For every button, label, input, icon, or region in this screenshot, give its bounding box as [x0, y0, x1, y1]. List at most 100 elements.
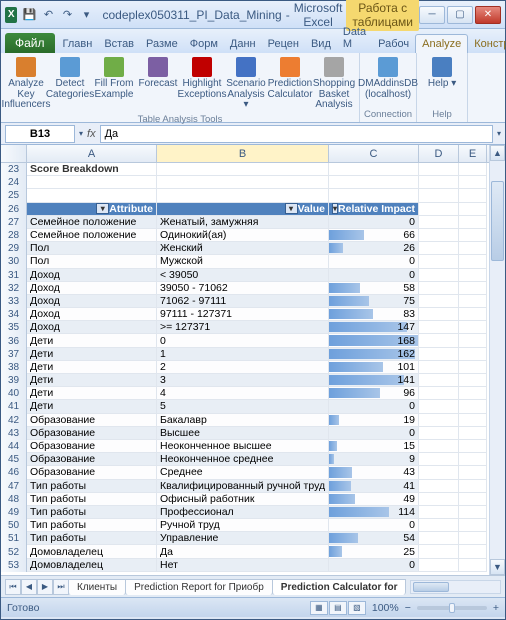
cell[interactable]: ▾Relative Impact: [329, 203, 419, 216]
cell[interactable]: 71062 - 97111: [157, 295, 329, 308]
cell[interactable]: Доход: [27, 308, 157, 321]
cell[interactable]: Ручной труд: [157, 519, 329, 532]
cell[interactable]: [459, 203, 487, 216]
scroll-up-icon[interactable]: ▲: [490, 145, 505, 161]
cell[interactable]: Пол: [27, 255, 157, 268]
sheet-nav-button[interactable]: ⏭: [53, 579, 69, 595]
ribbon-tab-разме[interactable]: Разме: [140, 35, 184, 53]
cell[interactable]: 96: [329, 387, 419, 400]
cell[interactable]: [419, 308, 459, 321]
row-header[interactable]: 49: [1, 506, 27, 519]
row-header[interactable]: 50: [1, 519, 27, 532]
cell[interactable]: Дети: [27, 400, 157, 413]
cell[interactable]: [419, 493, 459, 506]
name-box[interactable]: B13: [5, 125, 75, 143]
cell[interactable]: 54: [329, 532, 419, 545]
shopping-basket-button[interactable]: Shopping Basket Analysis: [313, 55, 355, 113]
cell[interactable]: Неоконченное среднее: [157, 453, 329, 466]
view-layout-icon[interactable]: ▤: [329, 601, 347, 615]
cell[interactable]: 168: [329, 334, 419, 347]
row-header[interactable]: 31: [1, 269, 27, 282]
cell[interactable]: 0: [329, 559, 419, 572]
cell[interactable]: [419, 255, 459, 268]
row-header[interactable]: 48: [1, 493, 27, 506]
cell[interactable]: 162: [329, 348, 419, 361]
cell[interactable]: [419, 414, 459, 427]
cell[interactable]: [459, 480, 487, 493]
row-header[interactable]: 53: [1, 559, 27, 572]
cell[interactable]: Профессионал: [157, 506, 329, 519]
cell[interactable]: [459, 229, 487, 242]
cell[interactable]: Бакалавр: [157, 414, 329, 427]
cell[interactable]: [459, 545, 487, 558]
cell[interactable]: Женский: [157, 242, 329, 255]
cell[interactable]: 66: [329, 229, 419, 242]
cell[interactable]: [459, 440, 487, 453]
cell[interactable]: [329, 176, 419, 189]
ribbon-tab-конструктор[interactable]: Конструктор: [468, 35, 506, 53]
ribbon-tab-рабоч[interactable]: Рабоч: [372, 35, 415, 53]
cell[interactable]: [419, 466, 459, 479]
cell[interactable]: Пол: [27, 242, 157, 255]
row-header[interactable]: 30: [1, 255, 27, 268]
cell[interactable]: Управление: [157, 532, 329, 545]
cell[interactable]: Квалифицированный ручной труд: [157, 480, 329, 493]
cell[interactable]: [459, 519, 487, 532]
cell[interactable]: [419, 545, 459, 558]
row-header[interactable]: 39: [1, 374, 27, 387]
cell[interactable]: [419, 295, 459, 308]
cell[interactable]: Доход: [27, 321, 157, 334]
row-header[interactable]: 37: [1, 348, 27, 361]
connection-button[interactable]: DMAddinsDB (localhost): [367, 55, 409, 108]
cell[interactable]: Нет: [157, 559, 329, 572]
sheet-tab[interactable]: Клиенты: [68, 579, 126, 595]
cell[interactable]: [27, 176, 157, 189]
ribbon-tab-analyze[interactable]: Analyze: [415, 34, 468, 53]
cell[interactable]: 39050 - 71062: [157, 282, 329, 295]
cell[interactable]: 58: [329, 282, 419, 295]
row-header[interactable]: 32: [1, 282, 27, 295]
cell[interactable]: [419, 282, 459, 295]
save-icon[interactable]: 💾: [21, 7, 37, 23]
ribbon-tab-данн[interactable]: Данн: [224, 35, 262, 53]
ribbon-tab-главн[interactable]: Главн: [57, 35, 99, 53]
hscroll-thumb[interactable]: [413, 582, 448, 592]
file-tab[interactable]: Файл: [5, 33, 55, 53]
cell[interactable]: [419, 269, 459, 282]
row-header[interactable]: 23: [1, 163, 27, 176]
cell[interactable]: 25: [329, 545, 419, 558]
cell[interactable]: [419, 453, 459, 466]
cell[interactable]: [459, 176, 487, 189]
cell[interactable]: [459, 163, 487, 176]
zoom-in-icon[interactable]: +: [493, 602, 499, 614]
row-header[interactable]: 25: [1, 189, 27, 202]
cell[interactable]: Дети: [27, 334, 157, 347]
row-header[interactable]: 35: [1, 321, 27, 334]
undo-icon[interactable]: ↶: [40, 7, 56, 23]
cell[interactable]: 4: [157, 387, 329, 400]
cell[interactable]: [419, 176, 459, 189]
redo-icon[interactable]: ↷: [59, 7, 75, 23]
row-header[interactable]: 34: [1, 308, 27, 321]
cell[interactable]: < 39050: [157, 269, 329, 282]
cell[interactable]: [459, 348, 487, 361]
cell[interactable]: 15: [329, 440, 419, 453]
cell[interactable]: Образование: [27, 440, 157, 453]
ribbon-tab-вид[interactable]: Вид: [305, 35, 337, 53]
sheet-tab[interactable]: Prediction Calculator for: [272, 579, 407, 595]
namebox-dropdown-icon[interactable]: ▾: [79, 129, 83, 138]
cell[interactable]: Доход: [27, 269, 157, 282]
cell[interactable]: Образование: [27, 466, 157, 479]
row-header[interactable]: 44: [1, 440, 27, 453]
row-header[interactable]: 43: [1, 427, 27, 440]
cell[interactable]: Дети: [27, 374, 157, 387]
cell[interactable]: 43: [329, 466, 419, 479]
row-header[interactable]: 27: [1, 216, 27, 229]
analyze-key-influencers-button[interactable]: Analyze Key Influencers: [5, 55, 47, 113]
cell[interactable]: 114: [329, 506, 419, 519]
cell[interactable]: 19: [329, 414, 419, 427]
highlight-exceptions-button[interactable]: Highlight Exceptions: [181, 55, 223, 113]
col-header-c[interactable]: C: [329, 145, 419, 162]
cell[interactable]: [459, 321, 487, 334]
cell[interactable]: [419, 519, 459, 532]
